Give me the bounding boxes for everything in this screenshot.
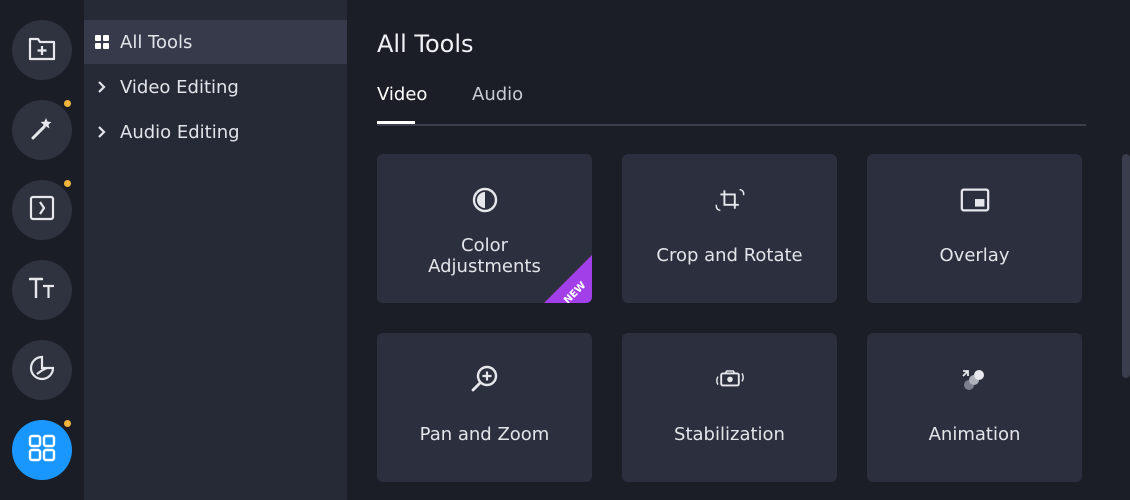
animation-icon <box>959 363 991 395</box>
tree-item-all-tools[interactable]: All Tools <box>84 20 347 64</box>
tab-audio[interactable]: Audio <box>472 84 523 124</box>
magic-wand-icon <box>27 113 57 147</box>
import-media-button[interactable] <box>12 20 72 80</box>
tool-card-pan-and-zoom[interactable]: Pan and Zoom <box>377 333 592 482</box>
tool-card-label: Color <box>461 235 508 256</box>
all-tools-grid-icon <box>28 434 56 466</box>
stickers-button[interactable] <box>12 340 72 400</box>
chevron-right-icon[interactable] <box>94 124 110 140</box>
titles-button[interactable] <box>12 260 72 320</box>
tool-card-label: Stabilization <box>674 424 785 445</box>
zoom-in-icon <box>469 363 501 395</box>
tab-label: Audio <box>472 84 524 105</box>
tool-card-label: Animation <box>928 424 1021 445</box>
chevron-right-icon[interactable] <box>94 79 110 95</box>
tool-card-label: Pan and Zoom <box>419 424 550 445</box>
tab-label: Video <box>377 84 428 105</box>
grid-icon <box>94 34 110 50</box>
crop-rotate-icon <box>714 184 746 216</box>
tool-card-color-adjustments[interactable]: Color Adjustments NEW <box>377 154 592 303</box>
tree-item-audio-editing[interactable]: Audio Editing <box>84 110 347 154</box>
tool-card-label: Crop and Rotate <box>656 245 803 266</box>
left-icon-rail <box>0 0 84 500</box>
tab-bar: Video Audio <box>377 84 1086 126</box>
active-tab-indicator <box>377 121 415 124</box>
transitions-icon <box>28 194 56 226</box>
tree-item-label: Audio Editing <box>120 121 240 143</box>
notification-dot <box>64 100 71 107</box>
new-badge: NEW <box>544 255 592 303</box>
tool-card-animation[interactable]: Animation <box>867 333 1082 482</box>
category-tree: All Tools Video Editing Audio Editing <box>84 0 347 500</box>
add-folder-icon <box>28 35 56 65</box>
tree-item-video-editing[interactable]: Video Editing <box>84 65 347 109</box>
filters-button[interactable] <box>12 100 72 160</box>
color-adjust-icon <box>469 184 501 216</box>
tool-card-stabilization[interactable]: Stabilization <box>622 333 837 482</box>
notification-dot <box>64 420 71 427</box>
vertical-scrollbar[interactable] <box>1122 154 1130 378</box>
tool-card-crop-and-rotate[interactable]: Crop and Rotate <box>622 154 837 303</box>
stickers-icon <box>28 354 56 386</box>
tool-card-overlay[interactable]: Overlay <box>867 154 1082 303</box>
overlay-icon <box>959 184 991 216</box>
tree-item-label: All Tools <box>120 31 193 53</box>
transitions-button[interactable] <box>12 180 72 240</box>
tool-card-label: Overlay <box>939 245 1010 266</box>
tree-item-label: Video Editing <box>120 76 239 98</box>
tools-panel: All Tools Video Audio Color Adjustments … <box>347 0 1130 500</box>
page-title: All Tools <box>377 30 474 58</box>
stabilization-icon <box>714 363 746 395</box>
titles-icon <box>27 275 57 305</box>
notification-dot <box>64 180 71 187</box>
tab-video[interactable]: Video <box>377 84 427 124</box>
all-tools-button[interactable] <box>12 420 72 480</box>
